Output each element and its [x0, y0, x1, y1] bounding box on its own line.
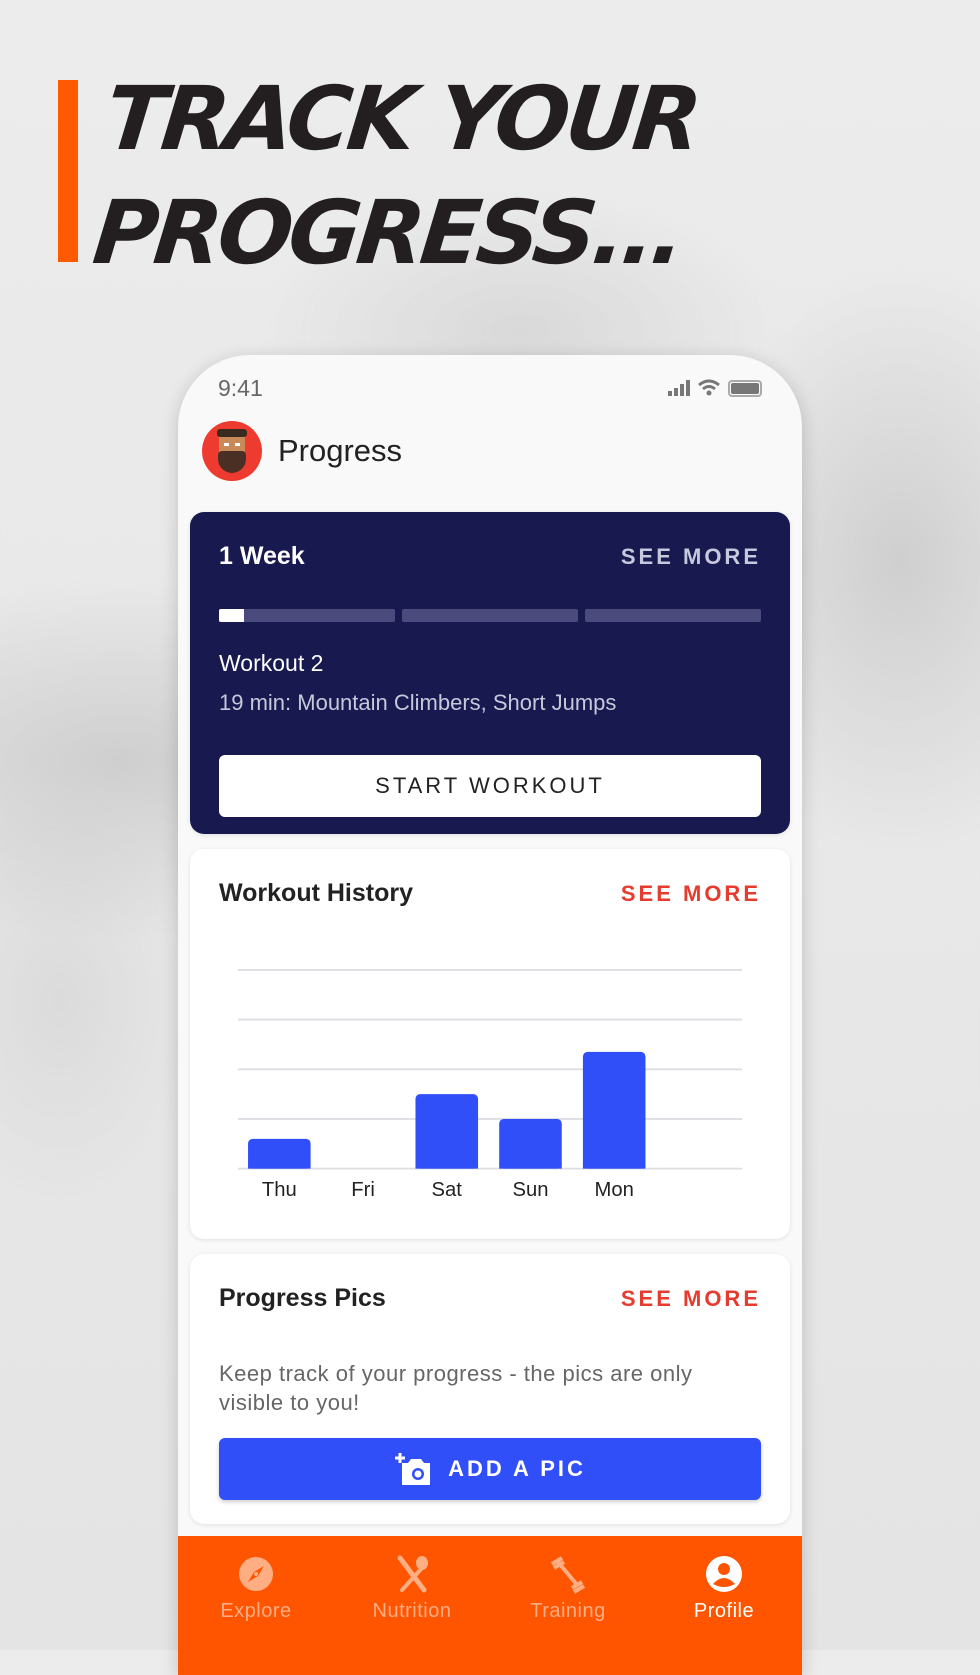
- chart-x-label: Mon: [595, 1179, 634, 1199]
- compass-icon: [239, 1557, 273, 1591]
- plan-see-more-button[interactable]: SEE MORE: [621, 544, 761, 570]
- bottom-nav: Explore Nutrition Training Profile: [178, 1536, 802, 1675]
- chart-x-label: Sat: [432, 1179, 463, 1199]
- status-time: 9:41: [218, 375, 263, 401]
- nav-explore[interactable]: Explore: [178, 1536, 334, 1675]
- headline-line-1: TRACK YOUR: [100, 67, 703, 170]
- avatar[interactable]: [202, 421, 262, 481]
- chart-bar-mon: [582, 1051, 646, 1169]
- workout-history-card: Workout History SEE MORE Thu Fri Sat Sun Mon: [190, 849, 790, 1239]
- pics-see-more-button[interactable]: SEE MORE: [621, 1286, 761, 1312]
- progress-segment: [402, 609, 578, 622]
- chart-bar-sat: [415, 1094, 479, 1169]
- chart-bar-sun: [499, 1118, 562, 1169]
- nav-training[interactable]: Training: [490, 1536, 646, 1675]
- utensils-icon: [397, 1555, 428, 1593]
- start-workout-button[interactable]: START WORKOUT: [219, 755, 761, 817]
- page-title: Progress: [278, 433, 403, 468]
- pics-title: Progress Pics: [219, 1284, 386, 1312]
- headline-accent-bar: [58, 80, 78, 262]
- dumbbell-icon: [550, 1556, 586, 1594]
- chart-x-label: Thu: [262, 1179, 297, 1199]
- history-title: Workout History: [219, 879, 413, 907]
- add-pic-label: ADD A PIC: [448, 1456, 586, 1481]
- progress-segment: [585, 609, 761, 622]
- history-see-more-button[interactable]: SEE MORE: [621, 881, 761, 907]
- phone-screen: 9:41 Progress 1 Week SEE MORE Workout 2 …: [178, 355, 802, 1675]
- nav-label: Nutrition: [372, 1600, 452, 1622]
- signal-icon: [668, 380, 690, 396]
- chart-x-label: Fri: [351, 1179, 375, 1199]
- progress-segment: [219, 609, 395, 622]
- plan-progress: [219, 609, 761, 622]
- workout-description: 19 min: Mountain Climbers, Short Jumps: [219, 690, 617, 715]
- add-pic-button[interactable]: ADD A PIC: [219, 1438, 761, 1500]
- nav-label: Training: [530, 1600, 606, 1622]
- nav-label: Profile: [693, 1600, 755, 1622]
- nav-label: Explore: [220, 1600, 292, 1622]
- wifi-icon: [698, 379, 720, 396]
- app-header: Progress: [202, 421, 402, 481]
- nav-profile[interactable]: Profile: [646, 1536, 802, 1675]
- headline-line-2: PROGRESS...: [88, 181, 687, 284]
- status-bar: 9:41: [218, 375, 762, 405]
- progress-pics-card: Progress Pics SEE MORE Keep track of you…: [190, 1254, 790, 1524]
- headline: TRACK YOUR PROGRESS...: [88, 62, 703, 290]
- chart-x-label: Sun: [512, 1179, 548, 1199]
- workout-history-chart: Thu Fri Sat Sun Mon: [237, 969, 743, 1199]
- pics-description: Keep track of your progress - the pics a…: [219, 1361, 693, 1415]
- profile-icon: [706, 1556, 742, 1592]
- add-photo-icon: [395, 1453, 431, 1485]
- battery-icon: [728, 379, 762, 397]
- nav-nutrition[interactable]: Nutrition: [334, 1536, 490, 1675]
- plan-card: 1 Week SEE MORE Workout 2 19 min: Mounta…: [190, 512, 790, 834]
- plan-title: 1 Week: [219, 542, 305, 570]
- workout-name: Workout 2: [219, 650, 324, 676]
